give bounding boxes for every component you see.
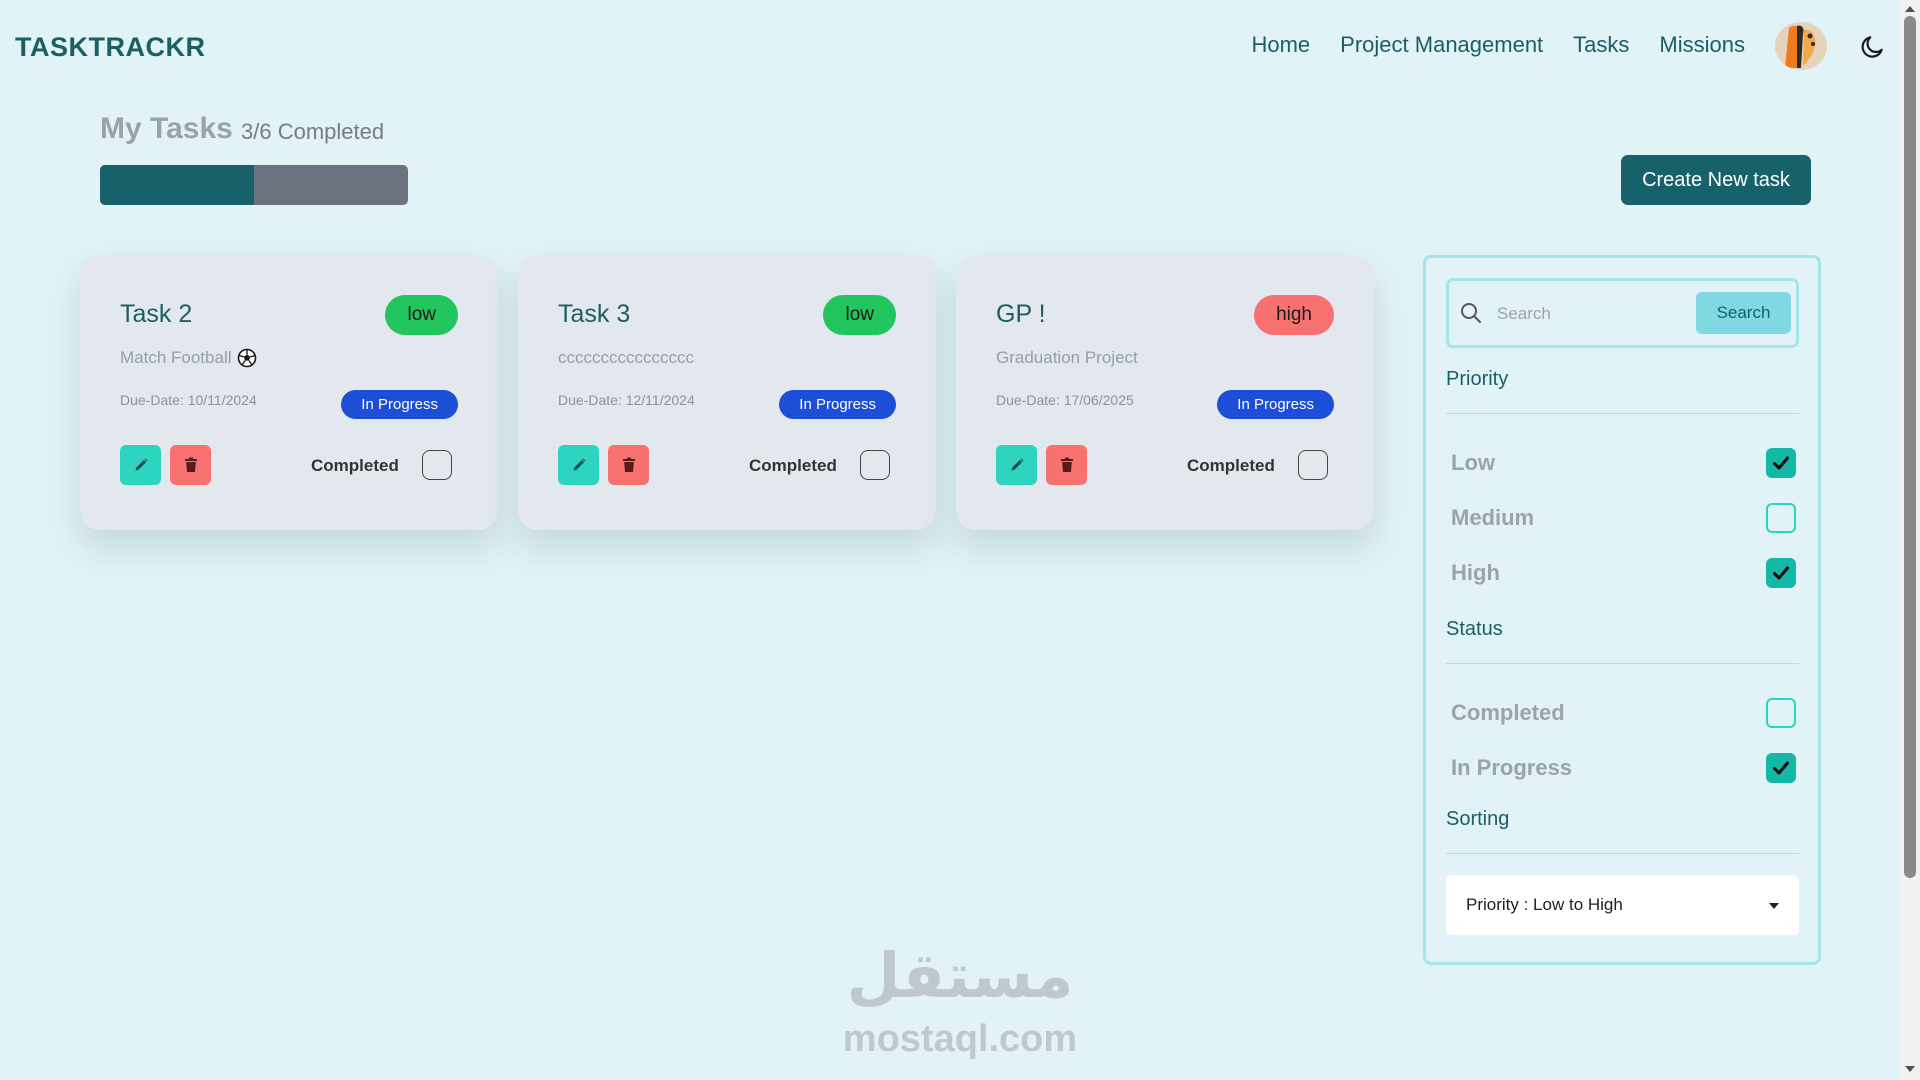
priority-high-checkbox[interactable] — [1766, 558, 1796, 588]
task-description-text: Graduation Project — [996, 348, 1138, 367]
filter-label-completed: Completed — [1451, 700, 1565, 725]
search-input[interactable] — [1497, 299, 1687, 329]
status-completed-checkbox[interactable] — [1766, 698, 1796, 728]
progress-bar — [100, 165, 408, 205]
task-description: Graduation Project — [996, 348, 1138, 368]
task-description-text: cccccccccccccccc — [558, 348, 694, 367]
filter-label-high: High — [1451, 560, 1500, 585]
scroll-thumb[interactable] — [1904, 16, 1916, 878]
task-card: GP ! high Graduation Project Due-Date: 1… — [956, 255, 1374, 530]
completed-checkbox[interactable] — [1298, 450, 1328, 480]
scroll-up-arrow-icon[interactable] — [1905, 6, 1915, 12]
caret-down-icon — [1769, 903, 1779, 909]
status-section-title: Status — [1446, 618, 1503, 640]
nav-link-tasks[interactable]: Tasks — [1573, 32, 1629, 58]
scroll-down-arrow-icon[interactable] — [1905, 1066, 1915, 1072]
divider — [1446, 853, 1799, 854]
task-description: cccccccccccccccc — [558, 348, 694, 368]
nav-link-home[interactable]: Home — [1251, 32, 1310, 58]
divider — [1446, 413, 1799, 414]
moon-icon — [1861, 36, 1883, 58]
status-badge: In Progress — [341, 390, 458, 419]
watermark-logo: مستقل — [846, 939, 1074, 1012]
sorting-section-title: Sorting — [1446, 808, 1510, 830]
nav-links: Home Project Management Tasks Missions — [1251, 32, 1745, 58]
theme-toggle[interactable] — [1860, 33, 1886, 59]
scrollbar[interactable] — [1900, 0, 1920, 1080]
search-button[interactable]: Search — [1696, 292, 1791, 334]
pencil-icon — [1011, 458, 1023, 471]
soccer-ball-icon — [237, 348, 256, 368]
completed-label: Completed — [1187, 456, 1275, 475]
avatar[interactable] — [1775, 22, 1827, 70]
status-badge: In Progress — [1217, 390, 1334, 419]
completed-checkbox[interactable] — [860, 450, 890, 480]
edit-button[interactable] — [996, 445, 1037, 485]
filter-label-in-progress: In Progress — [1451, 755, 1573, 780]
filter-label-low: Low — [1451, 450, 1495, 475]
task-due-date: Due-Date: 12/11/2024 — [558, 392, 695, 408]
priority-medium-checkbox[interactable] — [1766, 503, 1796, 533]
avatar-illustration-icon — [1775, 22, 1827, 70]
watermark: مستقل mostaql.com — [840, 939, 1080, 1061]
check-icon — [1773, 566, 1789, 580]
sorting-value: Priority : Low to High — [1466, 895, 1623, 914]
priority-badge: low — [823, 295, 896, 335]
delete-button[interactable] — [1046, 445, 1087, 485]
search-icon — [1461, 303, 1481, 323]
nav-link-project-management[interactable]: Project Management — [1340, 32, 1543, 58]
filter-panel: Search Priority Low Medium High Status C… — [1423, 255, 1821, 965]
completed-count: 3/6 Completed — [241, 119, 385, 144]
watermark-url: mostaql.com — [842, 1018, 1078, 1060]
completed-label: Completed — [749, 456, 837, 475]
nav-link-missions[interactable]: Missions — [1659, 32, 1745, 58]
check-icon — [1773, 456, 1789, 470]
priority-low-checkbox[interactable] — [1766, 448, 1796, 478]
brand-logo[interactable]: TASKTRACKR — [15, 32, 205, 63]
page-title: My Tasks — [100, 112, 233, 145]
task-card: Task 3 low cccccccccccccccc Due-Date: 12… — [518, 255, 936, 530]
trash-icon — [184, 457, 197, 472]
completed-checkbox[interactable] — [422, 450, 452, 480]
task-card: Task 2 low Match Football Due-Date: 10/1… — [80, 255, 498, 530]
task-due-date: Due-Date: 17/06/2025 — [996, 392, 1134, 408]
progress-fill — [100, 165, 254, 205]
priority-badge: low — [385, 295, 458, 335]
delete-button[interactable] — [608, 445, 649, 485]
edit-button[interactable] — [120, 445, 161, 485]
navbar: TASKTRACKR Home Project Management Tasks… — [0, 0, 1900, 95]
search-box: Search — [1446, 278, 1799, 348]
create-new-task-button[interactable]: Create New task — [1621, 155, 1811, 205]
completed-label: Completed — [311, 456, 399, 475]
priority-badge: high — [1254, 295, 1334, 335]
priority-section-title: Priority — [1446, 368, 1509, 390]
trash-icon — [622, 457, 635, 472]
status-in-progress-checkbox[interactable] — [1766, 753, 1796, 783]
pencil-icon — [135, 458, 147, 471]
task-title: Task 3 — [558, 300, 631, 328]
trash-icon — [1060, 457, 1073, 472]
delete-button[interactable] — [170, 445, 211, 485]
task-description: Match Football — [120, 348, 257, 368]
task-title: GP ! — [996, 300, 1046, 328]
task-description-text: Match Football — [120, 348, 232, 367]
task-title: Task 2 — [120, 300, 193, 328]
status-badge: In Progress — [779, 390, 896, 419]
edit-button[interactable] — [558, 445, 599, 485]
task-due-date: Due-Date: 10/11/2024 — [120, 392, 257, 408]
filter-label-medium: Medium — [1451, 505, 1535, 530]
pencil-icon — [573, 458, 585, 471]
check-icon — [1773, 761, 1789, 775]
sorting-select[interactable]: Priority : Low to High — [1446, 875, 1799, 935]
divider — [1446, 663, 1799, 664]
